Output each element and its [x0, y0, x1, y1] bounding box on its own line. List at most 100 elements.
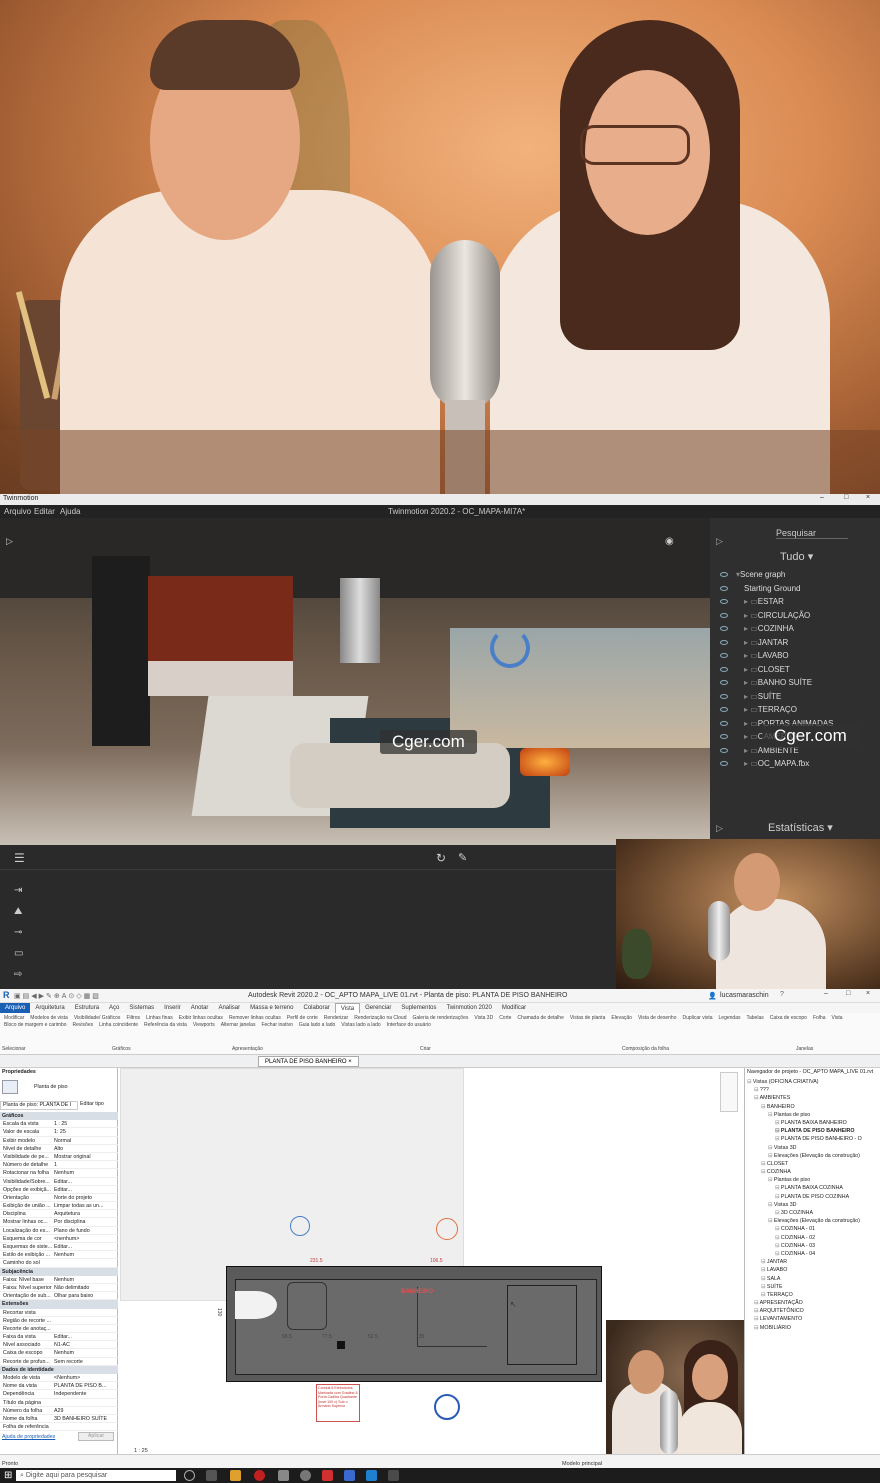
scene-tree-item[interactable]: Starting Ground [710, 582, 880, 596]
ribbon-tab[interactable]: Modificar [497, 1003, 531, 1013]
property-value[interactable]: Plano de fundo [52, 1227, 118, 1234]
folder-icon[interactable]: ▸ ▭ [744, 717, 758, 731]
property-value[interactable]: Alto [52, 1145, 118, 1152]
browser-item[interactable]: ⊟ Vistas 3D [747, 1144, 879, 1152]
property-row[interactable]: Nível de detalhe Alto [0, 1145, 118, 1153]
search-label[interactable]: Pesquisar [776, 528, 816, 538]
property-row[interactable]: Exibição de união ... Limpar todas as un.… [0, 1202, 118, 1211]
revit-taskbar-icon[interactable] [344, 1470, 355, 1481]
property-row[interactable]: Exibir modelo Normal [0, 1137, 118, 1145]
mail-icon[interactable] [366, 1470, 377, 1481]
scene-tree-item[interactable]: ▾ Scene graph [710, 568, 880, 582]
folder-icon[interactable]: ▸ ▭ [744, 690, 758, 704]
browser-item[interactable]: ⊟ COZINHA - 04 [747, 1250, 879, 1258]
properties-section-header[interactable]: Extensões [0, 1300, 118, 1309]
pen-icon[interactable]: ✎ [458, 851, 467, 864]
ribbon-tab[interactable]: Colaborar [298, 1003, 334, 1013]
property-row[interactable]: Faixa: Nível superior Não delimitado [0, 1284, 118, 1293]
ribbon-button[interactable]: Filtros [126, 1015, 140, 1021]
property-value[interactable] [52, 1259, 118, 1266]
property-row[interactable]: Esquema de cor <nenhum> [0, 1235, 118, 1243]
section-marker-2[interactable] [436, 1218, 458, 1240]
browser-item[interactable]: ⊟ APRESENTAÇÃO [747, 1299, 879, 1307]
property-value[interactable] [52, 1325, 118, 1332]
ribbon-button[interactable]: Elevação [611, 1015, 632, 1021]
folder-icon[interactable]: ▸ ▭ [744, 595, 758, 609]
ribbon-button[interactable]: Vista 3D [474, 1015, 493, 1021]
model-status[interactable]: Modelo principal [562, 1461, 602, 1467]
properties-section-header[interactable]: Subjacência [0, 1267, 118, 1276]
browser-item[interactable]: ⊟ MOBILIÁRIO [747, 1324, 879, 1332]
property-value[interactable]: Nenhum [52, 1349, 118, 1356]
quick-access-icons[interactable]: ▣▤◀▶✎⊕A⊙◇▦▧ [14, 992, 101, 1000]
property-row[interactable]: Título da página [0, 1399, 118, 1407]
property-value[interactable]: Arquitetura [52, 1210, 118, 1217]
visibility-eye-icon[interactable] [720, 680, 728, 686]
scene-tree-item[interactable]: ▸ ▭ SUÍTE [710, 690, 880, 704]
ribbon-button[interactable]: Interface do usuário [387, 1022, 431, 1028]
ribbon-button[interactable]: Referência da vista [144, 1022, 187, 1028]
collapse-panel-icon[interactable]: ▷ [716, 536, 723, 547]
ribbon-button[interactable]: Renderização na Cloud [354, 1015, 406, 1021]
property-value[interactable]: 1 [52, 1161, 118, 1168]
revit-maximize-icon[interactable]: □ [846, 990, 850, 997]
folder-icon[interactable]: ▸ ▭ [744, 636, 758, 650]
browser-item[interactable]: ⊟ Elevações (Elevação da construção) [747, 1152, 879, 1160]
revit-minimize-icon[interactable]: – [824, 990, 828, 997]
ribbon-button[interactable]: Corte [499, 1015, 511, 1021]
property-value[interactable]: N1-AC [52, 1341, 118, 1348]
gizmo[interactable] [490, 628, 530, 668]
property-value[interactable]: Nenhum [52, 1169, 118, 1176]
cortana-icon[interactable] [184, 1470, 195, 1481]
app-red-icon[interactable] [254, 1470, 265, 1481]
user-name[interactable]: lucasmaraschin [720, 992, 769, 999]
instance-selector[interactable]: Planta de piso: PLANTA DE I [0, 1101, 78, 1110]
stats-toggle[interactable]: Estatísticas ▾ [768, 821, 833, 834]
visibility-eye-icon[interactable] [720, 734, 728, 740]
ribbon-button[interactable]: Duplicar vista [683, 1015, 713, 1021]
property-row[interactable]: Dependência Independente [0, 1390, 118, 1399]
import-icon[interactable]: ⇥ [14, 885, 22, 896]
property-row[interactable]: Caixa de escopo Nenhum [0, 1349, 118, 1358]
property-row[interactable]: Modelo de vista <Nenhum> [0, 1374, 118, 1383]
property-value[interactable] [52, 1309, 118, 1316]
property-row[interactable]: Nome da folha 3D BANHEIRO SUÍTE [0, 1415, 118, 1424]
menu-ajuda[interactable]: Ajuda [60, 507, 80, 516]
browser-item[interactable]: ⊟ CLOSET [747, 1160, 879, 1168]
task-view-icon[interactable] [206, 1470, 217, 1481]
visibility-eye-icon[interactable] [720, 585, 728, 591]
ribbon-tab[interactable]: Twinmotion 2020 [441, 1003, 496, 1013]
property-row[interactable]: Folha de referência [0, 1423, 118, 1432]
ribbon-button[interactable]: Vistas de planta [570, 1015, 606, 1021]
ribbon-tab[interactable]: Analisar [213, 1003, 245, 1013]
ribbon-button[interactable]: Remover linhas ocultas [229, 1015, 281, 1021]
ribbon-button[interactable]: Folha [813, 1015, 826, 1021]
browser-item[interactable]: ⊟ LEVANTAMENTO [747, 1315, 879, 1323]
maximize-icon[interactable]: □ [844, 494, 848, 501]
visibility-eye-icon[interactable] [720, 612, 728, 618]
browser-item[interactable]: ⊟ LAVABO [747, 1266, 879, 1274]
ribbon-button[interactable]: Fechar inativo [261, 1022, 292, 1028]
ribbon-button[interactable]: Linha coincidente [99, 1022, 138, 1028]
properties-section-header[interactable]: Dados de identidade [0, 1365, 118, 1374]
filter-dropdown[interactable]: Tudo ▾ [780, 550, 813, 563]
app-gray-icon[interactable] [278, 1470, 289, 1481]
file-explorer-icon[interactable] [230, 1470, 241, 1481]
browser-item[interactable]: ⊟ 3D COZINHA [747, 1209, 879, 1217]
close-icon[interactable]: × [866, 494, 870, 501]
view-scale[interactable]: 1 : 25 [134, 1448, 148, 1454]
property-row[interactable]: Faixa da vista Editar... [0, 1333, 118, 1342]
property-row[interactable]: Visibilidade/Sobre... Editar... [0, 1178, 118, 1186]
media-icon[interactable]: ▭ [14, 948, 23, 959]
ribbon-button[interactable]: Legendas [719, 1015, 741, 1021]
ribbon-tab[interactable]: Inserir [159, 1003, 186, 1013]
taskbar-search[interactable]: ⌕ Digite aqui para pesquisar [16, 1470, 176, 1481]
edit-type-button[interactable]: Editar tipo [78, 1101, 118, 1110]
property-row[interactable]: Número de detalhe 1 [0, 1161, 118, 1170]
property-row[interactable]: Esquemas de siste... Editar... [0, 1243, 118, 1252]
property-value[interactable] [52, 1399, 118, 1406]
property-value[interactable]: 1: 25 [52, 1128, 118, 1135]
visibility-eye-icon[interactable] [720, 707, 728, 713]
tm-3d-viewport[interactable]: ▷ ◉ Cger.com [0, 518, 710, 845]
folder-icon[interactable]: ▸ ▭ [744, 744, 758, 758]
